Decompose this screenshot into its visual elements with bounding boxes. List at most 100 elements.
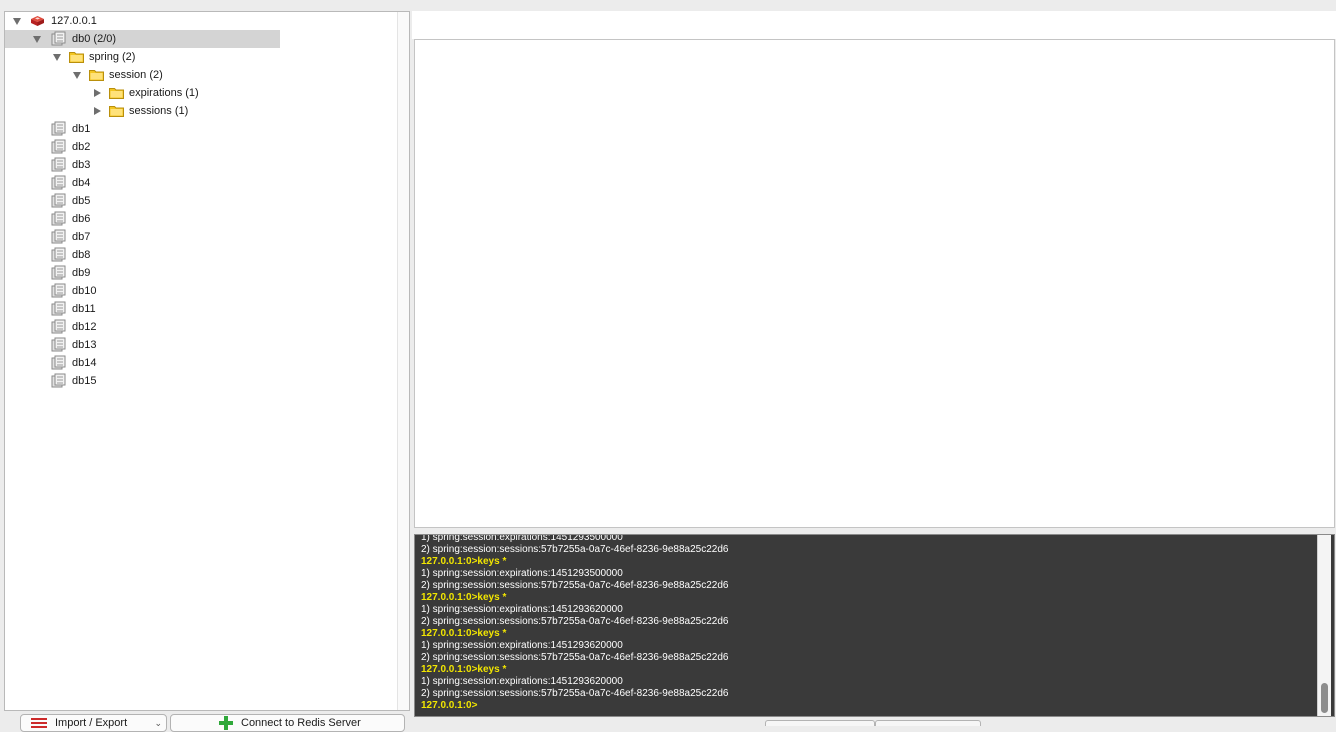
tree-item-expirations[interactable]: expirations (1) [5,84,395,102]
console-output: 1) spring:session:expirations:1451293500… [421,534,1314,712]
console-scrollbar-thumb[interactable] [1321,683,1328,713]
sessions-label: sessions (1) [129,105,189,117]
tree-scrollbar[interactable] [397,12,409,710]
database-icon [51,337,66,352]
console-output-line: 2) spring:session:sessions:57b7255a-0a7c… [421,616,729,627]
tree-item-session[interactable]: session (2) [5,66,395,84]
console-output-line: 1) spring:session:expirations:1451293620… [421,640,623,651]
collapse-arrow-icon[interactable] [91,102,103,120]
database-icon [51,175,66,190]
value-header-area [412,11,1336,39]
database-icon [51,247,66,262]
bottom-tab[interactable] [765,720,875,726]
database-label: db6 [72,213,91,225]
tree-item-database[interactable]: db2 [5,138,395,156]
database-icon [51,265,66,280]
console-output-line: 1) spring:session:expirations:1451293620… [421,676,623,687]
database-label: db4 [72,177,91,189]
db0-label: db0 (2/0) [72,33,117,45]
tree-item-db0[interactable]: db0 (2/0) [5,30,395,48]
console-output-line: 1) spring:session:expirations:1451293500… [421,568,623,579]
tree-item-spring[interactable]: spring (2) [5,48,395,66]
console-output-line: 2) spring:session:sessions:57b7255a-0a7c… [421,688,729,699]
database-label: db1 [72,123,91,135]
database-icon [51,193,66,208]
bottom-tab[interactable] [875,720,981,726]
tree-item-database[interactable]: db11 [5,300,395,318]
tree-item-database[interactable]: db10 [5,282,395,300]
database-icon [51,301,66,316]
database-label: db9 [72,267,91,279]
spring-label: spring (2) [89,51,136,63]
bottom-tab-strip [765,720,985,726]
tree-item-database[interactable]: db13 [5,336,395,354]
console-output-line: 1) spring:session:expirations:1451293500… [421,534,623,543]
import-export-icon [31,718,47,728]
console-scrollbar[interactable] [1317,535,1331,716]
folder-icon [69,52,84,63]
tree-item-database[interactable]: db8 [5,246,395,264]
tree-item-database[interactable]: db7 [5,228,395,246]
database-label: db7 [72,231,91,243]
tree-item-database[interactable]: db4 [5,174,395,192]
console-prompt-line: 127.0.0.1:0>keys * [421,592,507,603]
tree-item-database[interactable]: db9 [5,264,395,282]
database-label: db5 [72,195,91,207]
expand-arrow-icon[interactable] [71,66,83,84]
database-label: db2 [72,141,91,153]
database-icon [51,283,66,298]
database-icon [51,355,66,370]
database-label: db11 [72,303,96,315]
expirations-label: expirations (1) [129,87,199,99]
connect-button[interactable]: Connect to Redis Server [170,714,405,732]
tree-item-database[interactable]: db1 [5,120,395,138]
console-panel[interactable]: 1) spring:session:expirations:1451293500… [414,534,1335,717]
import-export-label: Import / Export [55,717,128,729]
tree-item-database[interactable]: db12 [5,318,395,336]
console-prompt-line: 127.0.0.1:0>keys * [421,556,507,567]
console-output-line: 2) spring:session:sessions:57b7255a-0a7c… [421,652,729,663]
session-label: session (2) [109,69,163,81]
chevron-down-icon: ⌄ [154,718,162,728]
database-label: db15 [72,375,97,387]
add-connection-icon [219,716,233,730]
tree-item-database[interactable]: db5 [5,192,395,210]
tree-item-database[interactable]: db6 [5,210,395,228]
expand-arrow-icon[interactable] [11,12,23,30]
console-prompt-line: 127.0.0.1:0>keys * [421,664,507,675]
console-output-line: 2) spring:session:sessions:57b7255a-0a7c… [421,544,729,555]
database-icon [51,211,66,226]
connection-tree[interactable]: 127.0.0.1 db0 (2/0) spring (2) session (… [4,11,410,711]
import-export-button[interactable]: Import / Export ⌄ [20,714,167,732]
expand-arrow-icon[interactable] [31,30,43,48]
database-label: db12 [72,321,97,333]
tree-item-server[interactable]: 127.0.0.1 [5,12,395,30]
database-label: db13 [72,339,97,351]
tree-item-database[interactable]: db14 [5,354,395,372]
selection-highlight [5,30,280,48]
database-icon [51,121,66,136]
collapse-arrow-icon[interactable] [91,84,103,102]
database-icon [51,319,66,334]
database-icon [51,157,66,172]
tree-item-database[interactable]: db15 [5,372,395,390]
folder-icon [109,88,124,99]
database-icon [51,373,66,388]
bottom-toolbar: Import / Export ⌄ Connect to Redis Serve… [0,711,410,732]
database-label: db14 [72,357,97,369]
value-view-panel [414,39,1335,528]
database-label: db10 [72,285,97,297]
database-icon [51,139,66,154]
folder-icon [89,70,104,81]
tree-item-sessions[interactable]: sessions (1) [5,102,395,120]
server-label: 127.0.0.1 [51,15,97,27]
console-prompt-line: 127.0.0.1:0> [421,700,478,711]
console-output-line: 2) spring:session:sessions:57b7255a-0a7c… [421,580,729,591]
console-prompt-line: 127.0.0.1:0>keys * [421,628,507,639]
connect-label: Connect to Redis Server [241,717,361,729]
database-icon [51,31,66,46]
database-icon [51,229,66,244]
redis-server-icon [31,16,44,26]
expand-arrow-icon[interactable] [51,48,63,66]
tree-item-database[interactable]: db3 [5,156,395,174]
